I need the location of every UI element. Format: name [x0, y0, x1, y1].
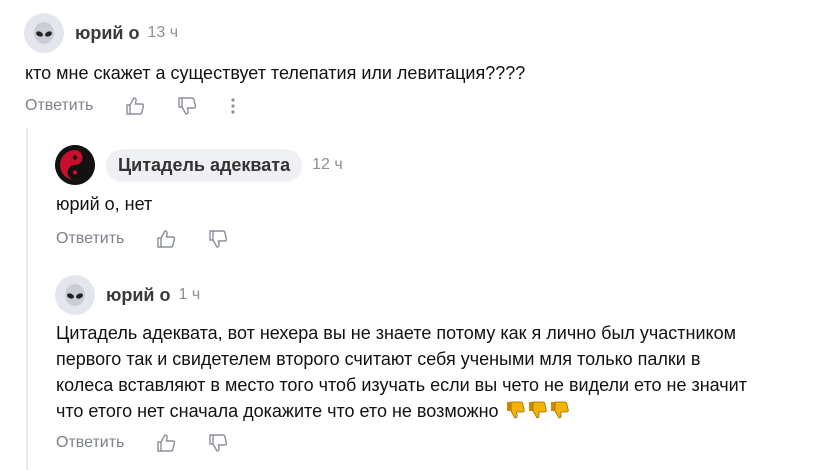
thumbs-down-emoji-icon	[528, 400, 548, 427]
thumbs-up-icon[interactable]	[154, 227, 178, 251]
reply-author[interactable]: Цитадель адеквата	[106, 148, 303, 182]
reply-text: юрий о, нет	[56, 194, 153, 214]
reply-text-line: Цитадель адеквата, вот нехера вы не знае…	[56, 323, 737, 343]
reply-author[interactable]: юрий о	[106, 285, 171, 306]
reply-button[interactable]: Ответить	[56, 230, 124, 248]
reply-button[interactable]: Ответить	[56, 434, 124, 452]
reply-time: 1 ч	[178, 286, 201, 303]
thumbs-up-icon[interactable]	[154, 431, 178, 455]
thumbs-down-emoji-icon	[506, 400, 526, 427]
thumbs-down-emoji-icon	[550, 400, 570, 427]
comment-actions: Ответить	[25, 94, 245, 118]
reply-actions: Ответить	[56, 227, 230, 251]
comment-text: кто мне скажет а существует телепатия ил…	[25, 63, 526, 83]
more-vertical-icon[interactable]	[221, 94, 245, 118]
alien-avatar-icon[interactable]	[55, 275, 95, 315]
thumbs-up-icon[interactable]	[123, 94, 147, 118]
reply-time: 12 ч	[312, 156, 343, 173]
thumbs-down-icon[interactable]	[206, 431, 230, 455]
reply-text-line: колеса вставляют в место того чтоб изуча…	[56, 375, 747, 395]
reply-header: Цитадель адеквата 12 ч	[55, 145, 343, 185]
reply-header: юрий о 1 ч	[55, 275, 200, 315]
comment-author[interactable]: юрий о	[75, 23, 140, 44]
comment-header: юрий о 13 ч	[24, 13, 178, 53]
thumbs-down-icon[interactable]	[206, 227, 230, 251]
thumbs-down-icon[interactable]	[175, 94, 199, 118]
reply-text-line: первого так и свидетелем второго считают…	[56, 349, 701, 369]
reply-actions: Ответить	[56, 431, 230, 455]
alien-avatar-icon[interactable]	[24, 13, 64, 53]
reply-text-line: что етого нет сначала докажите что ето н…	[56, 398, 826, 427]
reply-button[interactable]: Ответить	[25, 97, 93, 115]
reply-text: Цитадель адеквата, вот нехера вы не знае…	[56, 320, 826, 427]
thread-line	[26, 128, 28, 470]
reply-text-line-content: что етого нет сначала докажите что ето н…	[56, 401, 499, 421]
yin-yang-avatar-icon[interactable]	[55, 145, 95, 185]
comment-time: 13 ч	[147, 24, 179, 41]
